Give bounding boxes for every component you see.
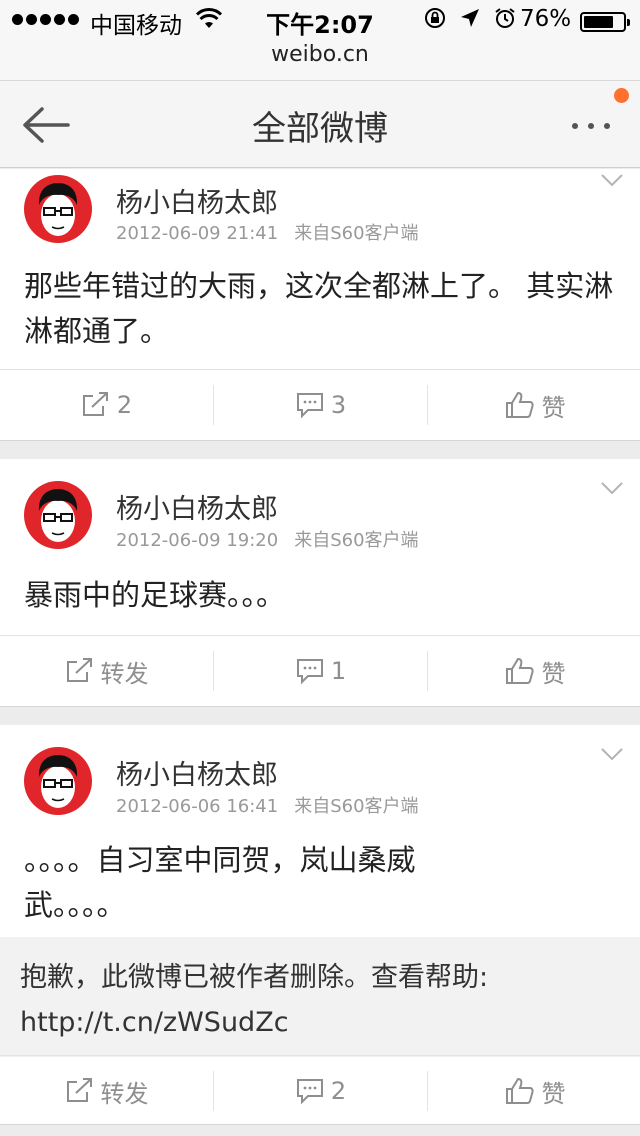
alarm-icon	[495, 8, 515, 28]
post-meta: 2012-06-09 19:20 来自S60客户端	[116, 526, 419, 552]
post-source: 来自S60客户端	[294, 796, 419, 817]
page-url: weibo.cn	[271, 42, 369, 67]
repost-label: 转发	[100, 659, 149, 688]
weibo-post: 杨小白杨太郎 2012-06-06 16:41 来自S60客户端 。。。。自习室中…	[0, 725, 640, 1125]
thumbs-up-icon	[505, 1077, 534, 1104]
avatar[interactable]	[24, 175, 92, 243]
repost-button[interactable]: 2	[0, 370, 213, 440]
comment-button[interactable]: 3	[214, 370, 427, 440]
post-actions: 转发 2 赞	[0, 1055, 640, 1125]
ellipsis-icon	[572, 123, 610, 129]
repost-count: 2	[116, 391, 133, 419]
deleted-notice-text: 抱歉，此微博已被作者删除。查看帮助:	[20, 962, 489, 993]
weibo-post: 杨小白杨太郎 2012-06-09 21:41 来自S60客户端 那些年错过的大雨…	[0, 169, 640, 441]
weibo-post: 杨小白杨太郎 2012-06-09 19:20 来自S60客户端 暴雨中的足球赛。…	[0, 459, 640, 707]
nav-bar: 全部微博	[0, 80, 640, 168]
more-button[interactable]	[568, 107, 622, 147]
author-name[interactable]: 杨小白杨太郎	[116, 753, 278, 792]
like-label: 赞	[541, 393, 566, 422]
battery-icon	[580, 12, 630, 32]
avatar[interactable]	[24, 481, 92, 549]
author-name[interactable]: 杨小白杨太郎	[116, 181, 278, 220]
comment-icon	[296, 659, 323, 685]
post-source: 来自S60客户端	[294, 223, 419, 244]
post-text: 暴雨中的足球赛。。。	[24, 578, 286, 612]
help-link[interactable]: http://t.cn/zWSudZc	[20, 1000, 620, 1045]
like-button[interactable]: 赞	[428, 1056, 640, 1126]
author-name[interactable]: 杨小白杨太郎	[116, 487, 278, 526]
chevron-down-icon[interactable]	[600, 173, 624, 187]
thumbs-up-icon	[505, 391, 534, 418]
post-actions: 2 3 赞	[0, 369, 640, 439]
thumbs-up-icon	[505, 657, 534, 684]
comment-count: 3	[330, 391, 347, 419]
comment-count: 2	[330, 1077, 347, 1105]
post-text-line: 。。。。自习室中同贺，岚山桑威	[24, 843, 416, 877]
post-date: 2012-06-09 21:41	[116, 223, 279, 244]
comment-icon	[296, 393, 323, 419]
page-title: 全部微博	[252, 109, 388, 149]
post-text: 那些年错过的大雨，这次全都淋上了。 其实淋淋都通了。	[24, 269, 614, 348]
post-text-line: 武。。。。	[24, 888, 126, 922]
post-date: 2012-06-06 16:41	[116, 796, 279, 817]
comment-icon	[296, 1079, 323, 1105]
chevron-down-icon[interactable]	[600, 747, 624, 761]
post-actions: 转发 1 赞	[0, 635, 640, 705]
like-button[interactable]: 赞	[428, 636, 640, 706]
comment-button[interactable]: 1	[214, 636, 427, 706]
post-date: 2012-06-09 19:20	[116, 530, 279, 551]
repost-icon	[82, 392, 108, 416]
battery-percent: 76%	[520, 6, 572, 32]
like-label: 赞	[541, 659, 566, 688]
repost-label: 转发	[100, 1079, 149, 1108]
like-label: 赞	[541, 1079, 566, 1108]
repost-button[interactable]: 转发	[0, 1056, 213, 1126]
deleted-repost-notice: 抱歉，此微博已被作者删除。查看帮助: http://t.cn/zWSudZc	[0, 937, 640, 1057]
chevron-down-icon[interactable]	[600, 481, 624, 495]
post-text: 。。。。自习室中同贺，岚山桑威 武。。。。	[24, 838, 620, 928]
like-button[interactable]: 赞	[428, 370, 640, 440]
post-source: 来自S60客户端	[294, 530, 419, 551]
repost-button[interactable]: 转发	[0, 636, 213, 706]
avatar[interactable]	[24, 747, 92, 815]
status-bar: 中国移动 下午2:07 76% weibo.cn	[0, 0, 640, 80]
comment-button[interactable]: 2	[214, 1056, 427, 1126]
comment-count: 1	[330, 657, 347, 685]
post-meta: 2012-06-09 21:41 来自S60客户端	[116, 219, 419, 245]
post-meta: 2012-06-06 16:41 来自S60客户端	[116, 792, 419, 818]
repost-icon	[66, 1078, 92, 1102]
location-icon	[461, 9, 479, 27]
orientation-lock-icon	[425, 8, 445, 28]
repost-icon	[66, 658, 92, 682]
notification-badge	[614, 88, 629, 103]
